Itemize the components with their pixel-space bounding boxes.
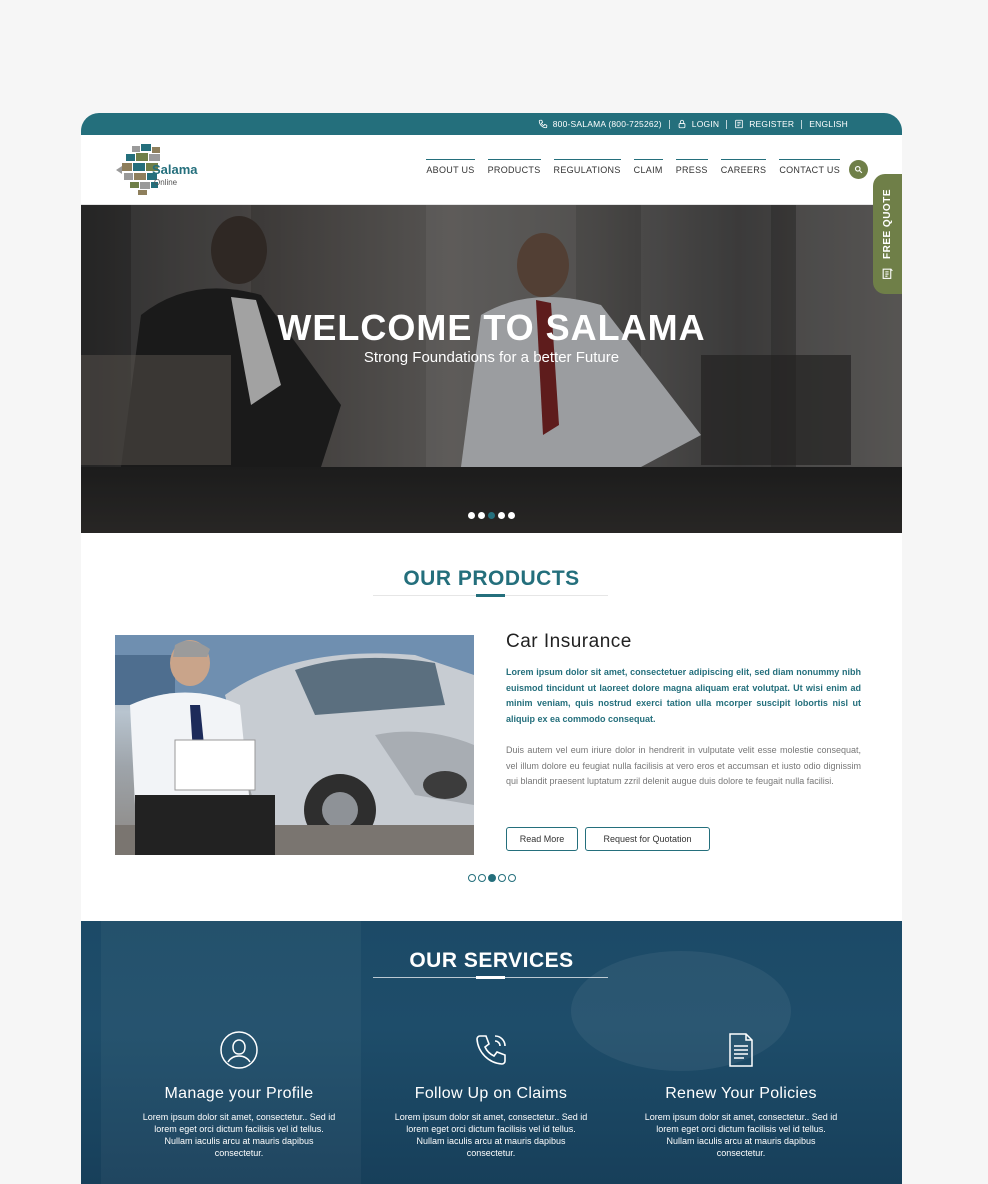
salama-logo[interactable]: Salama Online [114,140,214,200]
nav-press[interactable]: PRESS [675,158,708,175]
products-slider-dots [81,874,902,882]
heading-accent-bar [476,594,505,597]
read-more-button[interactable]: Read More [506,827,578,851]
request-quotation-button[interactable]: Request for Quotation [585,827,710,851]
car-insurance-image [115,635,474,855]
page-frame: 800-SALAMA (800-725262) LOGIN REGISTER E… [81,113,902,1184]
car-damage-photo [115,635,474,855]
phone-number: 800-SALAMA (800-725262) [552,119,662,129]
free-quote-label: FREE QUOTE [882,188,893,259]
nav-regulations[interactable]: REGULATIONS [553,158,621,175]
products-heading: OUR PRODUCTS [403,567,580,590]
search-icon [854,165,863,174]
service-title: Manage your Profile [164,1085,314,1102]
nav-products[interactable]: PRODUCTS [487,158,541,175]
nav-careers[interactable]: CAREERS [720,158,767,175]
quote-form-icon [882,268,893,279]
product-dot-3[interactable] [487,874,496,882]
main-nav: ABOUT US PRODUCTS REGULATIONS CLAIM PRES… [426,135,868,204]
nav-contact-us[interactable]: CONTACT US [779,158,840,175]
heading-accent-bar [476,976,505,979]
register-form-icon [735,119,743,129]
service-title: Follow Up on Claims [414,1085,568,1102]
login-link[interactable]: LOGIN [670,119,726,129]
service-title: Renew Your Policies [665,1085,817,1102]
product-body-text: Duis autem vel eum iriure dolor in hendr… [506,745,861,786]
lock-icon [678,119,686,129]
service-description: Lorem ipsum dolor sit amet, consectetur.… [394,1112,588,1158]
search-button[interactable] [849,160,868,179]
hero-subtitle: Strong Foundations for a better Future [363,349,620,366]
slider-dot-3[interactable] [488,512,495,519]
hero-overlay [81,205,902,533]
logo-tagline: Online [154,178,178,187]
document-icon [621,1029,861,1071]
slider-dot-2[interactable] [478,512,485,519]
language-label: ENGLISH [809,119,848,129]
phone-link[interactable]: 800-SALAMA (800-725262) [531,119,669,129]
top-utility-bar: 800-SALAMA (800-725262) LOGIN REGISTER E… [81,113,902,135]
service-description: Lorem ipsum dolor sit amet, consectetur.… [142,1112,336,1158]
product-dot-2[interactable] [477,874,486,882]
product-dot-1[interactable] [467,874,476,882]
slider-dot-1[interactable] [468,512,475,519]
product-lead-text: Lorem ipsum dolor sit amet, consectetuer… [506,667,861,724]
product-title: Car Insurance [506,631,632,652]
nav-about-us[interactable]: ABOUT US [426,158,475,175]
service-renew-policies[interactable]: Renew Your Policies Lorem ipsum dolor si… [621,1029,861,1159]
logo-wordmark-first: Sa [152,162,168,177]
hero-slider: WELCOME TO SALAMA Strong Foundations for… [81,205,902,533]
logo-wordmark-second: lama [167,162,198,177]
slider-dot-5[interactable] [508,512,515,519]
services-heading: OUR SERVICES [409,949,574,972]
free-quote-tab[interactable]: FREE QUOTE [873,174,902,294]
nav-claim[interactable]: CLAIM [633,158,663,175]
register-link[interactable]: REGISTER [727,119,801,129]
language-switch[interactable]: ENGLISH [802,119,855,129]
product-dot-5[interactable] [507,874,516,882]
phone-call-icon [371,1029,611,1071]
services-section: OUR SERVICES Manage your Profile Lorem i… [81,921,902,1184]
slider-dot-4[interactable] [498,512,505,519]
logo-wordmark: Salama [152,162,198,177]
service-description: Lorem ipsum dolor sit amet, consectetur.… [644,1112,838,1158]
service-follow-claims[interactable]: Follow Up on Claims Lorem ipsum dolor si… [371,1029,611,1159]
hero-slider-dots [81,512,902,519]
hero-title: WELCOME TO SALAMA [277,307,706,348]
main-header: Salama Online ABOUT US PRODUCTS REGULATI… [81,135,902,205]
products-section: OUR PRODUCTS Car Insurance Lorem ipsum d… [81,533,902,921]
login-label: LOGIN [691,119,720,129]
phone-icon [538,119,547,129]
register-label: REGISTER [749,119,795,129]
service-manage-profile[interactable]: Manage your Profile Lorem ipsum dolor si… [119,1029,359,1159]
product-dot-4[interactable] [497,874,506,882]
user-profile-icon [119,1029,359,1071]
